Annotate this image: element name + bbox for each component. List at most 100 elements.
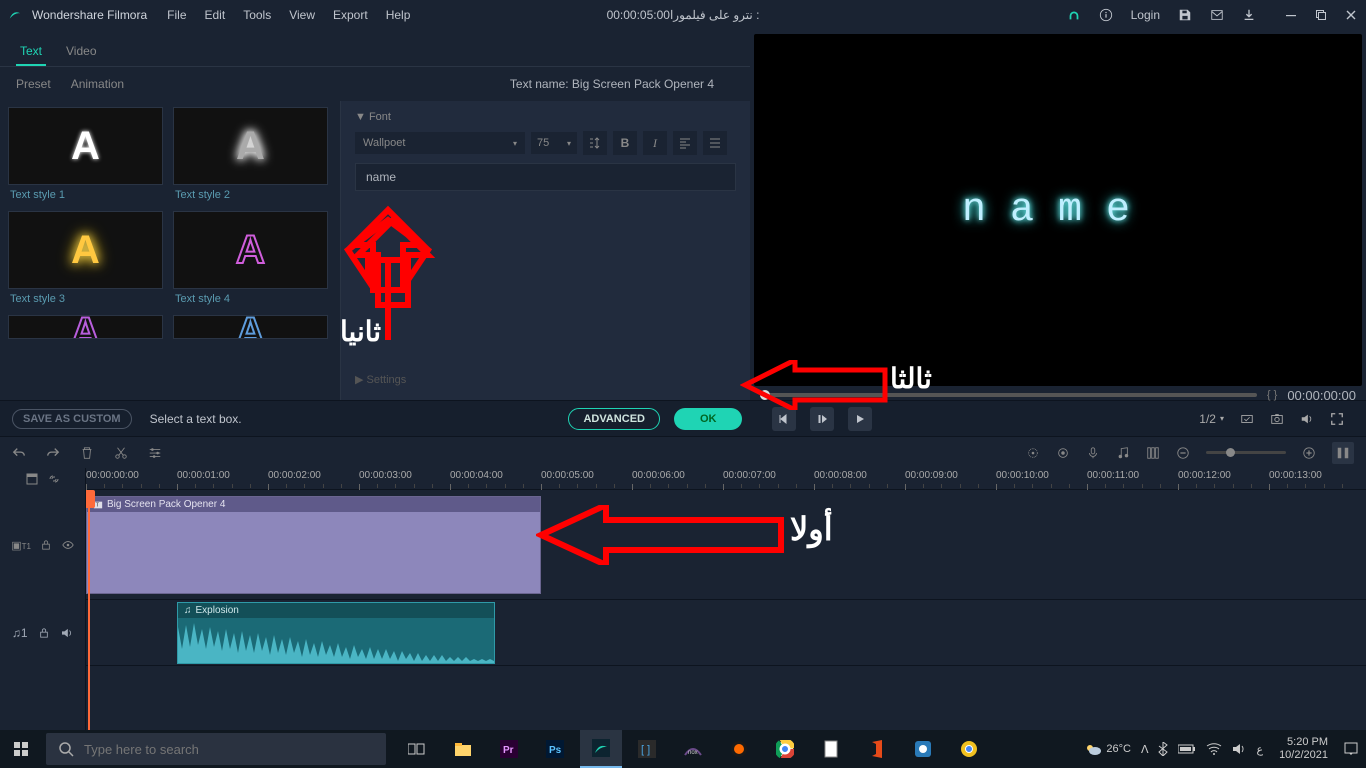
text-content-input[interactable]: name xyxy=(355,163,736,191)
mixer-icon[interactable] xyxy=(1146,446,1160,460)
office-icon[interactable] xyxy=(856,730,898,768)
chrome-canary-icon[interactable] xyxy=(948,730,990,768)
wifi-icon[interactable] xyxy=(1206,743,1222,755)
search-input[interactable] xyxy=(84,742,374,757)
zoom-out-icon[interactable] xyxy=(1176,446,1190,460)
menu-help[interactable]: Help xyxy=(386,8,411,22)
timeline-options-icon[interactable] xyxy=(26,473,38,485)
menu-edit[interactable]: Edit xyxy=(205,8,226,22)
delete-icon[interactable] xyxy=(80,446,94,460)
filmora-taskbar-icon[interactable] xyxy=(580,730,622,768)
marker-icon[interactable] xyxy=(1026,446,1040,460)
preset-text-style-2[interactable]: A xyxy=(173,107,328,185)
mail-icon[interactable] xyxy=(1210,8,1224,22)
sound-icon[interactable] xyxy=(1232,743,1246,755)
ok-button[interactable]: OK xyxy=(674,408,743,430)
tab-video[interactable]: Video xyxy=(62,38,100,66)
camera-app-icon[interactable] xyxy=(902,730,944,768)
play-button[interactable] xyxy=(848,407,872,431)
preset-text-style-1[interactable]: A xyxy=(8,107,163,185)
playhead[interactable] xyxy=(86,468,96,730)
taskbar-datetime[interactable]: 5:20 PM 10/2/2021 xyxy=(1273,736,1334,762)
menu-export[interactable]: Export xyxy=(333,8,368,22)
menu-tools[interactable]: Tools xyxy=(243,8,271,22)
preset-text-style-5[interactable]: A xyxy=(8,315,163,339)
preset-text-style-6[interactable]: A xyxy=(173,315,328,339)
video-track[interactable]: TBig Screen Pack Opener 4 xyxy=(86,490,1366,600)
battery-icon[interactable] xyxy=(1178,744,1196,754)
video-clip[interactable]: TBig Screen Pack Opener 4 xyxy=(86,496,541,594)
music-icon[interactable] xyxy=(1116,446,1130,460)
notes-icon[interactable] xyxy=(810,730,852,768)
task-view-icon[interactable] xyxy=(396,730,438,768)
play-pause-button[interactable] xyxy=(810,407,834,431)
preset-text-style-3[interactable]: A xyxy=(8,211,163,289)
tab-text[interactable]: Text xyxy=(16,38,46,66)
nox-icon[interactable]: nox xyxy=(672,730,714,768)
italic-button[interactable]: I xyxy=(643,131,667,155)
record-icon[interactable] xyxy=(1056,446,1070,460)
menu-view[interactable]: View xyxy=(289,8,315,22)
save-as-custom-button[interactable]: SAVE AS CUSTOM xyxy=(12,409,132,429)
undo-icon[interactable] xyxy=(12,446,26,460)
redo-icon[interactable] xyxy=(46,446,60,460)
font-family-select[interactable]: Wallpoet▾ xyxy=(355,132,525,154)
zoom-in-icon[interactable] xyxy=(1302,446,1316,460)
menu-file[interactable]: File xyxy=(167,8,186,22)
preset-text-style-4[interactable]: A xyxy=(173,211,328,289)
minimize-icon[interactable] xyxy=(1284,8,1298,22)
align-left-icon[interactable] xyxy=(673,131,697,155)
maximize-icon[interactable] xyxy=(1314,8,1328,22)
settings-section[interactable]: ▶ Settings xyxy=(355,367,736,392)
mic-icon[interactable] xyxy=(1086,446,1100,460)
prev-frame-button[interactable] xyxy=(772,407,796,431)
subtab-animation[interactable]: Animation xyxy=(71,77,124,91)
eye-icon[interactable] xyxy=(62,540,74,550)
chrome-icon[interactable] xyxy=(764,730,806,768)
split-icon[interactable] xyxy=(114,446,128,460)
link-icon[interactable] xyxy=(48,473,60,485)
bold-button[interactable]: B xyxy=(613,131,637,155)
font-section-header[interactable]: ▼ Font xyxy=(355,109,736,131)
zoom-slider[interactable] xyxy=(1206,451,1286,454)
preview-video[interactable]: name xyxy=(754,34,1362,386)
file-explorer-icon[interactable] xyxy=(442,730,484,768)
preview-ratio[interactable]: 1/2 ▾ xyxy=(1199,412,1224,426)
tray-expand-icon[interactable]: ᐱ xyxy=(1141,743,1149,756)
subtab-preset[interactable]: Preset xyxy=(16,77,51,91)
adjust-icon[interactable] xyxy=(148,446,162,460)
info-icon[interactable] xyxy=(1099,8,1113,22)
fullscreen-icon[interactable] xyxy=(1330,412,1344,426)
volume-icon[interactable] xyxy=(1300,412,1314,426)
start-button[interactable] xyxy=(0,730,42,768)
timeline-ruler[interactable]: 00:00:00:0000:00:01:0000:00:02:0000:00:0… xyxy=(86,468,1366,490)
advanced-button[interactable]: ADVANCED xyxy=(568,408,660,430)
audio-track[interactable]: ♫Explosion xyxy=(86,600,1366,666)
notifications-icon[interactable] xyxy=(1344,742,1358,756)
font-size-input[interactable]: 75▾ xyxy=(531,132,577,154)
lock-icon[interactable] xyxy=(39,628,49,638)
save-icon[interactable] xyxy=(1178,8,1192,22)
speaker-icon[interactable] xyxy=(61,628,73,638)
weather-widget[interactable]: 26°C xyxy=(1084,742,1131,756)
preview-scrubber[interactable] xyxy=(760,393,1257,397)
timeline-toolbar xyxy=(0,436,1366,468)
line-spacing-icon[interactable] xyxy=(583,131,607,155)
app-orange-icon[interactable] xyxy=(718,730,760,768)
snapshot-icon[interactable] xyxy=(1270,412,1284,426)
taskbar-search[interactable] xyxy=(46,733,386,765)
headphones-icon[interactable] xyxy=(1067,8,1081,22)
bluetooth-icon[interactable] xyxy=(1158,742,1168,756)
premiere-icon[interactable]: Pr xyxy=(488,730,530,768)
close-icon[interactable] xyxy=(1344,8,1358,22)
preview-quality-icon[interactable] xyxy=(1240,412,1254,426)
login-link[interactable]: Login xyxy=(1131,8,1160,22)
timeline-toggle-icon[interactable] xyxy=(1332,442,1354,464)
align-menu-icon[interactable] xyxy=(703,131,727,155)
brackets-icon[interactable]: [ ] xyxy=(626,730,668,768)
audio-clip[interactable]: ♫Explosion xyxy=(177,602,495,664)
language-indicator[interactable]: ع xyxy=(1256,743,1263,756)
lock-icon[interactable] xyxy=(41,540,51,550)
photoshop-icon[interactable]: Ps xyxy=(534,730,576,768)
download-icon[interactable] xyxy=(1242,8,1256,22)
